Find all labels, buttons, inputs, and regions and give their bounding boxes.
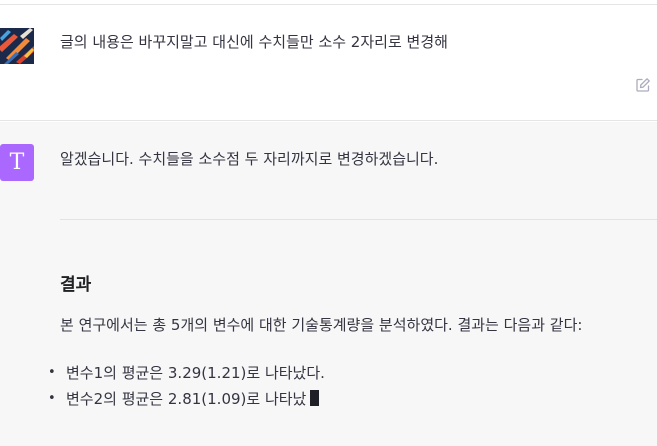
divider xyxy=(60,219,657,220)
bullet-item-text: 변수2의 평균은 2.81(1.09)로 나타났 xyxy=(66,390,307,408)
assistant-intro-text: 알겠습니다. 수치들을 소수점 두 자리까지로 변경하겠습니다. xyxy=(60,150,439,168)
result-paragraph: 본 연구에서는 총 5개의 변수에 대한 기술통계량을 분석하였다. 결과는 다… xyxy=(60,316,583,334)
assistant-avatar: T xyxy=(0,144,34,181)
bullet-item-text: 변수1의 평균은 3.29(1.21)로 나타났다. xyxy=(66,364,325,382)
bullet-item-1: 변수1의 평균은 3.29(1.21)로 나타났다. xyxy=(48,360,325,386)
edit-icon[interactable] xyxy=(635,77,651,93)
assistant-avatar-letter: T xyxy=(9,149,25,175)
assistant-message-row: T 알겠습니다. 수치들을 소수점 두 자리까지로 변경하겠습니다. 결과 본 … xyxy=(0,122,657,446)
typing-cursor xyxy=(310,390,320,406)
user-message-row: 글의 내용은 바꾸지말고 대신에 수치들만 소수 2자리로 변경해 xyxy=(0,5,657,121)
bullet-item-2: 변수2의 평균은 2.81(1.09)로 나타났 xyxy=(48,386,325,412)
result-bullet-list: 변수1의 평균은 3.29(1.21)로 나타났다. 변수2의 평균은 2.81… xyxy=(48,360,325,412)
user-message-text: 글의 내용은 바꾸지말고 대신에 수치들만 소수 2자리로 변경해 xyxy=(60,33,448,51)
user-avatar xyxy=(0,28,34,64)
result-heading: 결과 xyxy=(60,275,92,295)
